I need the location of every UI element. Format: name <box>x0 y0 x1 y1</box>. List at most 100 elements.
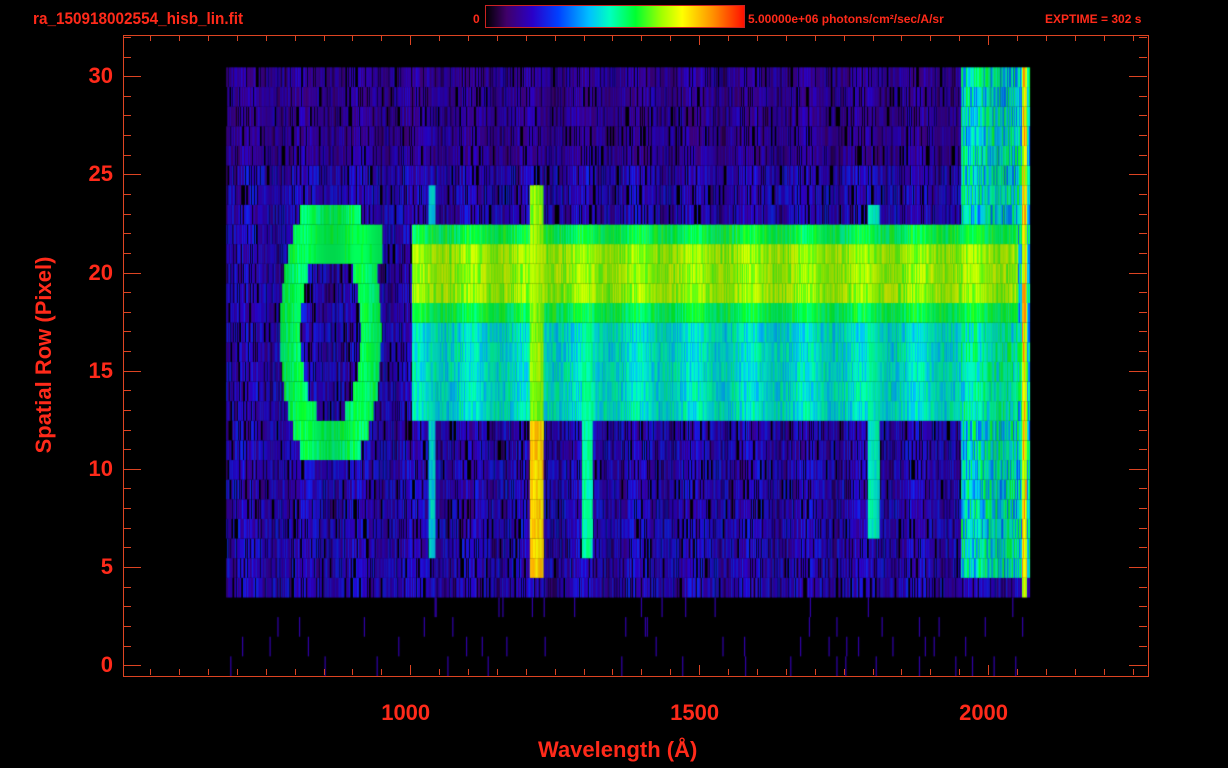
y-tick <box>123 154 131 156</box>
y-tick <box>123 194 131 196</box>
x-tick <box>872 669 874 675</box>
y-tick-right <box>1129 665 1147 667</box>
y-tick <box>123 429 131 431</box>
exptime-label: EXPTIME = 302 s <box>1045 12 1142 26</box>
y-tick <box>123 174 141 176</box>
x-tick-top <box>381 35 383 41</box>
y-tick <box>123 409 131 411</box>
x-tick-top <box>439 35 441 41</box>
x-tick <box>756 669 758 675</box>
y-tick <box>123 567 141 569</box>
x-tick-top <box>872 35 874 41</box>
y-tick <box>123 95 131 97</box>
x-tick <box>150 669 152 675</box>
plot-area <box>123 35 1149 677</box>
x-tick <box>352 669 354 675</box>
y-tick-right <box>1129 76 1147 78</box>
colorbar-min-label: 0 <box>473 12 480 26</box>
x-tick-top <box>1016 35 1018 41</box>
x-tick <box>179 669 181 675</box>
y-tick-label: 10 <box>88 455 113 481</box>
y-tick <box>123 488 131 490</box>
x-tick <box>670 669 672 675</box>
x-tick-label: 1500 <box>670 700 720 725</box>
y-tick <box>123 292 131 294</box>
y-tick-right <box>1139 390 1147 392</box>
y-tick-right <box>1139 213 1147 215</box>
x-tick-top <box>294 35 296 41</box>
x-tick-top <box>1103 35 1105 41</box>
file-title: ra_150918002554_hisb_lin.fit <box>33 9 244 28</box>
y-tick-right <box>1139 625 1147 627</box>
x-tick <box>467 669 469 675</box>
y-tick-right <box>1129 174 1147 176</box>
y-tick <box>123 508 131 510</box>
x-tick-top <box>959 35 961 41</box>
x-tick-label: 2000 <box>959 700 1009 725</box>
x-tick-top <box>1132 35 1134 41</box>
colorbar-max-label: 5.00000e+06 photons/cm²/sec/A/sr <box>748 12 944 26</box>
x-tick-top <box>814 35 816 41</box>
y-tick-right <box>1139 508 1147 510</box>
x-tick-label: 1000 <box>381 700 431 725</box>
x-tick <box>1132 669 1134 675</box>
y-tick-right <box>1129 272 1147 274</box>
x-tick <box>785 669 787 675</box>
x-tick-top <box>1074 35 1076 41</box>
y-tick-right <box>1139 252 1147 254</box>
y-tick <box>123 135 131 137</box>
y-tick-right <box>1139 488 1147 490</box>
y-tick <box>123 547 131 549</box>
y-tick-right <box>1139 351 1147 353</box>
y-tick-right <box>1129 370 1147 372</box>
y-axis-label: Spatial Row (Pixel) <box>31 256 56 454</box>
x-tick <box>525 669 527 675</box>
y-tick-right <box>1139 527 1147 529</box>
y-tick <box>123 56 131 58</box>
y-tick-right <box>1139 547 1147 549</box>
y-tick <box>123 331 131 333</box>
x-tick-top <box>236 35 238 41</box>
y-tick-right <box>1139 449 1147 451</box>
y-tick-right <box>1139 429 1147 431</box>
x-tick <box>1016 669 1018 675</box>
y-tick <box>123 645 131 647</box>
x-tick-top <box>496 35 498 41</box>
x-tick-top <box>410 35 412 45</box>
x-tick-top <box>785 35 787 41</box>
y-tick-label: 5 <box>100 554 113 580</box>
y-tick-label: 20 <box>88 259 113 285</box>
x-axis-label: Wavelength (Å) <box>538 737 698 762</box>
y-tick-right <box>1139 311 1147 313</box>
y-tick-right <box>1139 154 1147 156</box>
colorbar <box>485 5 745 28</box>
x-tick <box>843 669 845 675</box>
x-tick-top <box>554 35 556 41</box>
x-tick <box>496 669 498 675</box>
y-tick-right <box>1139 36 1147 38</box>
y-tick-label: 25 <box>88 161 113 187</box>
x-tick <box>1045 669 1047 675</box>
x-tick-top <box>612 35 614 41</box>
x-tick-top <box>699 35 701 45</box>
y-tick-right <box>1139 331 1147 333</box>
x-tick <box>381 669 383 675</box>
x-tick-top <box>1045 35 1047 41</box>
x-tick <box>265 669 267 675</box>
y-tick-right <box>1139 409 1147 411</box>
x-tick-top <box>641 35 643 41</box>
y-tick <box>123 351 131 353</box>
y-tick <box>123 449 131 451</box>
x-tick <box>1074 669 1076 675</box>
x-tick-top <box>352 35 354 41</box>
x-tick <box>236 669 238 675</box>
y-tick <box>123 527 131 529</box>
y-tick <box>123 625 131 627</box>
x-tick <box>583 669 585 675</box>
x-tick <box>699 665 701 675</box>
x-tick <box>959 669 961 675</box>
y-tick <box>123 606 131 608</box>
x-tick <box>988 665 990 675</box>
x-tick <box>901 669 903 675</box>
y-tick <box>123 311 131 313</box>
